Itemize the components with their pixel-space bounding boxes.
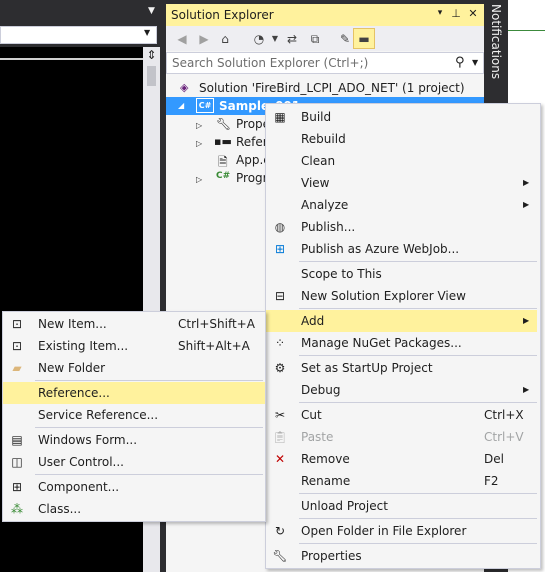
pin-icon[interactable]: ⊥ [450, 7, 462, 20]
menu-separator [299, 493, 537, 494]
menu-item-properties[interactable]: 🔧︎ Properties [266, 545, 540, 567]
user-control-icon: ◫ [11, 455, 23, 469]
menu-item-build[interactable]: ▦ Build [266, 106, 540, 128]
submenu-arrow-icon: ▶ [523, 200, 530, 209]
split-handle-icon[interactable]: ⇕ [143, 47, 160, 63]
menu-item-publish-azure[interactable]: ⊞ Publish as Azure WebJob... [266, 238, 540, 260]
tab-dropdown-icon[interactable]: ▼ [148, 6, 158, 18]
submenu-item-new-item[interactable]: ⊡ New Item... Ctrl+Shift+A [3, 313, 265, 335]
menu-item-clean[interactable]: Clean [266, 150, 540, 172]
folder-icon: ▰ [12, 361, 22, 375]
gear-icon: ⚙ [274, 361, 286, 375]
collapse-arrow-icon[interactable]: ◢ [178, 101, 184, 110]
submenu-item-reference[interactable]: Reference... [3, 382, 265, 404]
wrench-icon: 🔧︎ [272, 549, 288, 563]
menu-separator [35, 474, 263, 475]
expand-arrow-icon[interactable]: ▷ [196, 175, 202, 184]
forward-icon[interactable]: ▶ [195, 30, 213, 48]
sync-icon[interactable]: ⇄ [283, 30, 301, 48]
submenu-item-class[interactable]: ⁂ Class... [3, 498, 265, 520]
windows-logo-icon: ⊞ [274, 242, 286, 256]
menu-separator [299, 308, 537, 309]
menu-item-scope-to-this[interactable]: Scope to This [266, 263, 540, 285]
editor-divider [0, 58, 143, 60]
menu-item-paste: 📋︎ Paste Ctrl+V [272, 430, 524, 444]
preview-icon: ▬ [358, 32, 370, 46]
windows-form-icon: ▤ [11, 433, 23, 447]
submenu-item-service-reference[interactable]: Service Reference... [3, 404, 265, 426]
submenu-arrow-icon: ▶ [523, 178, 530, 187]
menu-item-manage-nuget[interactable]: ⁘ Manage NuGet Packages... [266, 332, 540, 354]
menu-item-set-startup[interactable]: ⚙ Set as StartUp Project [266, 357, 540, 379]
tree-item-program[interactable]: Progr [236, 169, 268, 187]
editor-tab-bar [0, 0, 160, 26]
close-icon[interactable]: ✕ [467, 7, 479, 20]
solution-icon: ◈ [180, 81, 189, 94]
open-folder-arrow-icon: ↻ [274, 524, 286, 538]
submenu-item-component[interactable]: ⊞ Component... [3, 476, 265, 498]
menu-item-unload-project[interactable]: Unload Project [266, 495, 540, 517]
properties-wrench-icon[interactable]: ✎ [336, 30, 354, 48]
search-icon[interactable]: ⚲ [455, 55, 465, 70]
menu-separator [35, 380, 263, 381]
csharp-file-icon: C# [216, 171, 231, 181]
clipboard-icon: 📋︎ [272, 430, 288, 444]
menu-item-cut[interactable]: ✂ Cut Ctrl+X [266, 404, 540, 426]
tree-item-references[interactable]: Refer [236, 133, 268, 151]
menu-item-remove[interactable]: ✕ Remove Del [266, 448, 540, 470]
navigation-combobox[interactable] [0, 26, 157, 44]
component-icon: ⊞ [11, 480, 23, 494]
build-icon: ▦ [274, 110, 286, 124]
expand-arrow-icon[interactable]: ▷ [196, 121, 202, 130]
class-icon: ⁂ [11, 502, 23, 516]
submenu-arrow-icon: ▶ [523, 316, 530, 325]
menu-item-debug[interactable]: Debug ▶ [266, 379, 540, 401]
collapse-all-icon[interactable]: ⧉ [306, 30, 324, 48]
menu-item-add[interactable]: Add ▶ [266, 310, 537, 332]
csharp-project-icon: C# [196, 98, 214, 113]
menu-item-open-folder[interactable]: ↻ Open Folder in File Explorer [266, 520, 540, 542]
new-item-icon: ⊡ [11, 317, 23, 331]
nuget-icon: ⁘ [274, 336, 286, 350]
expand-arrow-icon[interactable]: ▷ [196, 139, 202, 148]
menu-item-rebuild[interactable]: Rebuild [266, 128, 540, 150]
window-position-icon[interactable]: ▾ [434, 8, 446, 18]
wrench-icon: 🔧︎ [216, 117, 232, 131]
chevron-down-icon[interactable]: ▼ [266, 30, 284, 48]
menu-separator [299, 261, 537, 262]
menu-separator [299, 402, 537, 403]
solution-explorer-title: Solution Explorer [171, 8, 274, 22]
back-icon[interactable]: ◀ [173, 30, 191, 48]
publish-globe-icon: ◍ [274, 220, 286, 234]
chevron-down-icon[interactable]: ▼ [472, 58, 478, 67]
submenu-item-windows-form[interactable]: ▤ Windows Form... [3, 429, 265, 451]
right-document-line [508, 30, 545, 31]
home-icon[interactable]: ⌂ [216, 30, 234, 48]
submenu-item-user-control[interactable]: ◫ User Control... [3, 451, 265, 473]
search-input-placeholder[interactable]: Search Solution Explorer (Ctrl+;) [172, 56, 368, 70]
scissors-icon: ✂ [274, 408, 286, 422]
menu-item-publish[interactable]: ◍ Publish... [266, 216, 540, 238]
solution-explorer-toolbar [166, 26, 484, 51]
menu-separator [299, 355, 537, 356]
submenu-item-new-folder[interactable]: ▰ New Folder [3, 357, 265, 379]
scrollbar-thumb[interactable] [147, 66, 156, 86]
submenu-item-existing-item[interactable]: ⊡ Existing Item... Shift+Alt+A [3, 335, 265, 357]
menu-separator [35, 427, 263, 428]
menu-separator [299, 543, 537, 544]
new-view-icon: ⊟ [274, 289, 286, 303]
menu-item-analyze[interactable]: Analyze ▶ [266, 194, 540, 216]
notifications-tab[interactable]: Notifications [489, 4, 503, 79]
submenu-arrow-icon: ▶ [523, 385, 530, 394]
references-icon: ▪▬ [214, 135, 232, 148]
menu-item-rename[interactable]: Rename F2 [266, 470, 540, 492]
menu-item-new-se-view[interactable]: ⊟ New Solution Explorer View [266, 285, 540, 307]
menu-separator [299, 518, 537, 519]
existing-item-icon: ⊡ [11, 339, 23, 353]
menu-item-view[interactable]: View ▶ [266, 172, 540, 194]
chevron-down-icon[interactable]: ▼ [144, 28, 150, 37]
remove-x-icon: ✕ [274, 452, 286, 466]
solution-label: Solution 'FireBird_LCPI_ADO_NET' (1 proj… [199, 81, 465, 95]
